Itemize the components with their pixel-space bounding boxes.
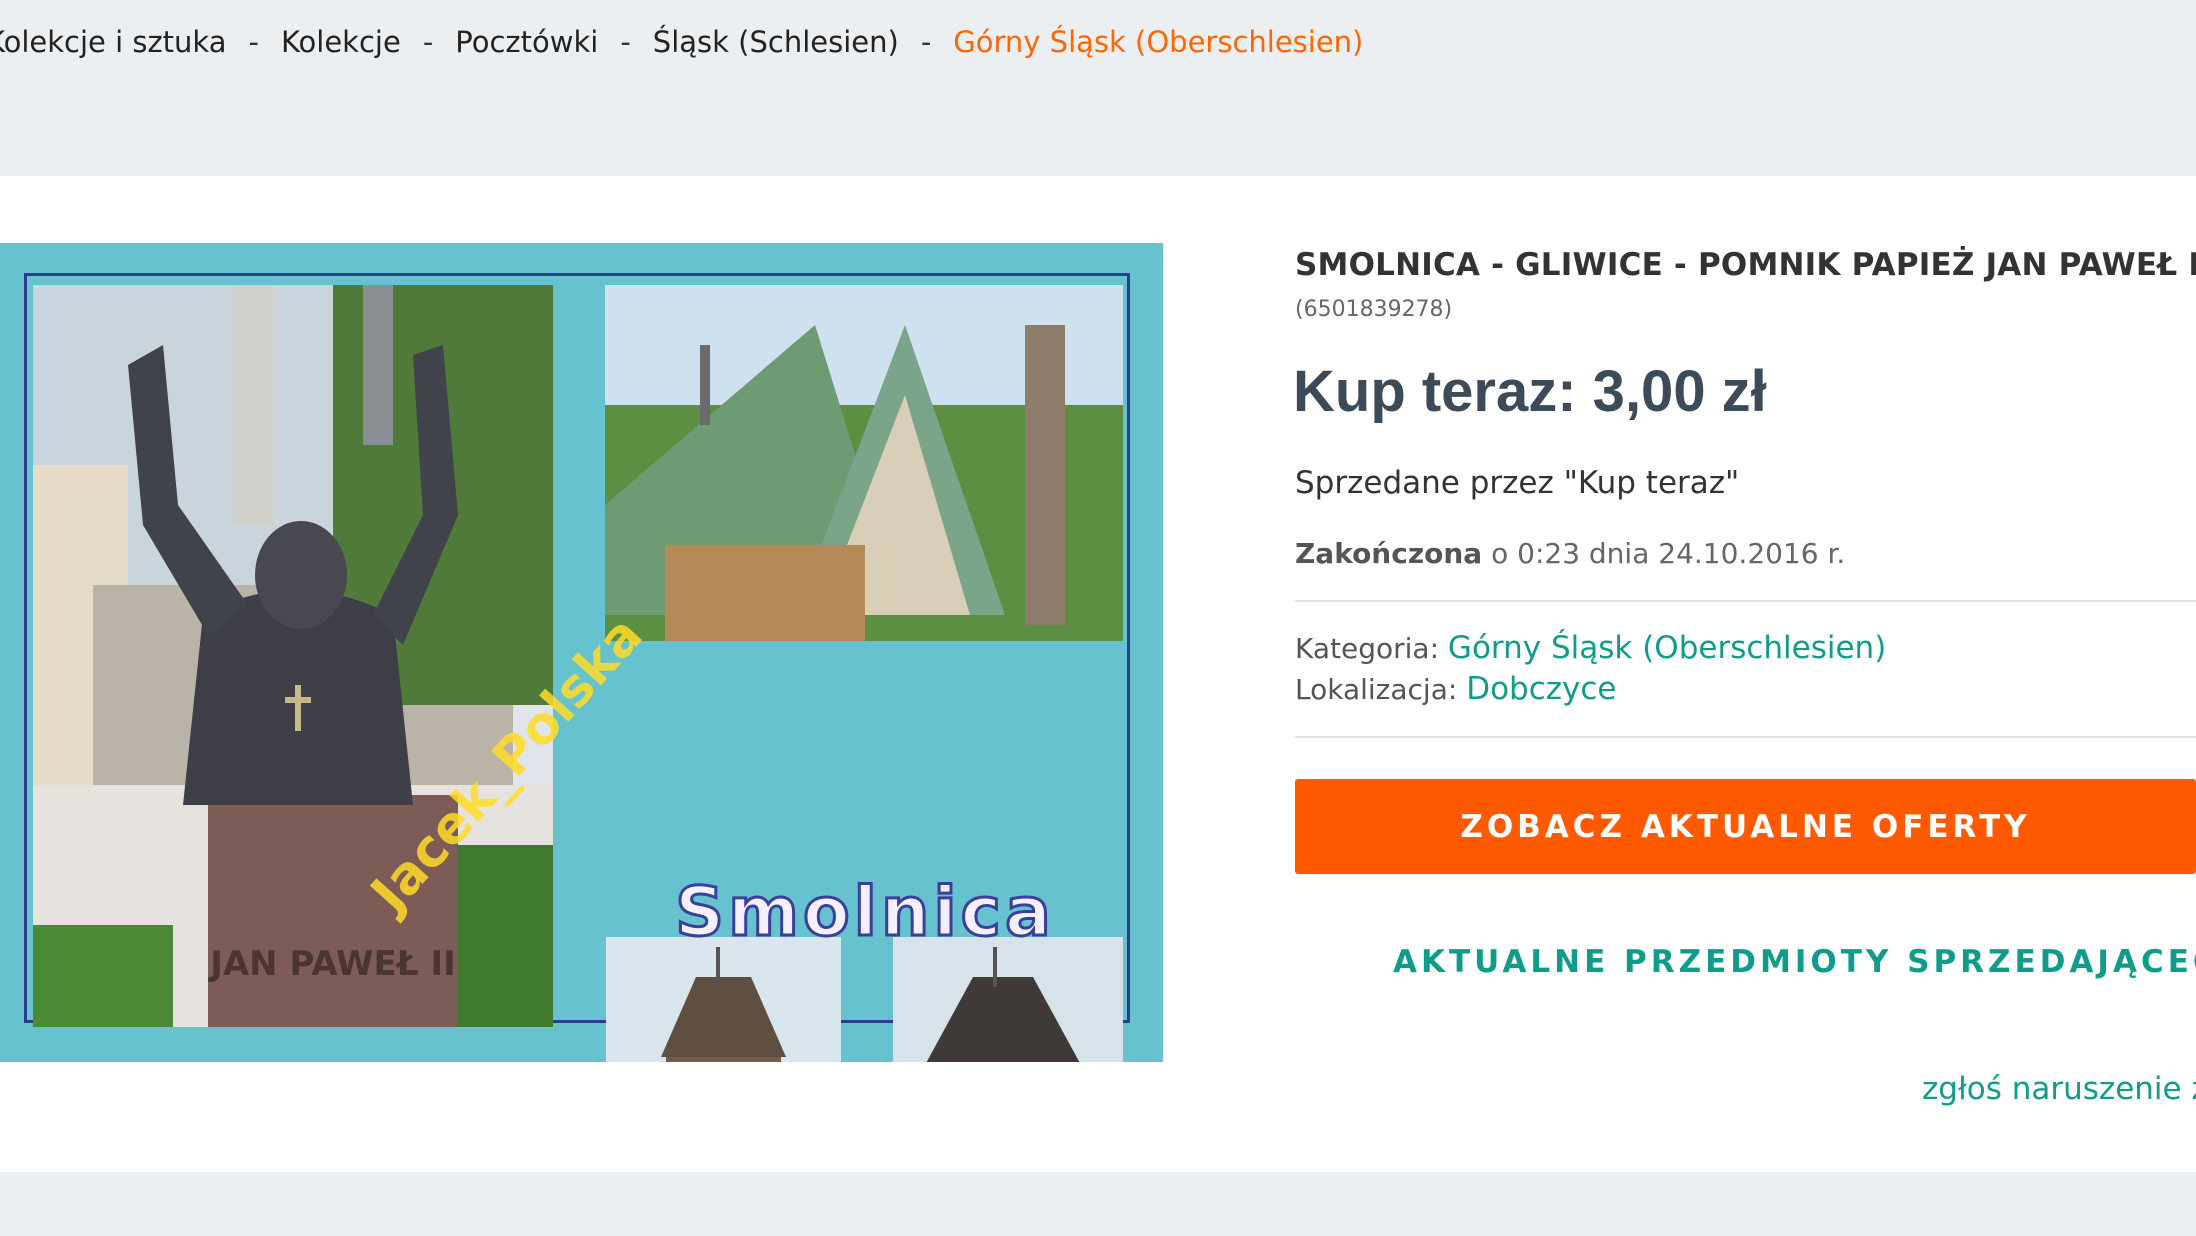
- breadcrumb-item-postcards[interactable]: Pocztówki: [455, 25, 598, 59]
- breadcrumb-separator: -: [620, 25, 631, 59]
- footer-band: [0, 1172, 2196, 1236]
- location-label: Lokalizacja:: [1295, 673, 1467, 706]
- category-label: Kategoria:: [1295, 632, 1448, 665]
- sold-by: Sprzedane przez "Kup teraz": [1295, 465, 1740, 501]
- location-line: Lokalizacja: Dobczyce: [1295, 671, 1617, 707]
- wooden-church-illustration: [893, 937, 1123, 1062]
- photo-statue: JAN PAWEŁ II: [33, 285, 553, 1062]
- divider: [1295, 600, 2196, 602]
- divider: [1295, 736, 2196, 738]
- breadcrumb-item-silesia[interactable]: Śląsk (Schlesien): [653, 25, 899, 59]
- item-title: SMOLNICA - GLIWICE - POMNIK PAPIEŻ JAN P…: [1295, 247, 2196, 283]
- item-id: (6501839278): [1295, 297, 1453, 322]
- church-illustration: [605, 285, 1123, 641]
- product-image[interactable]: JAN PAWEŁ II Smolnica Jacek_Polska: [0, 243, 1163, 1062]
- category-line: Kategoria: Górny Śląsk (Oberschlesien): [1295, 630, 1886, 666]
- breadcrumb-item-collections-art[interactable]: Kolekcje i sztuka: [0, 25, 226, 59]
- photo-church: [605, 285, 1123, 641]
- breadcrumb-separator: -: [920, 25, 932, 59]
- ended-label: Zakończona: [1295, 537, 1483, 570]
- wooden-church-illustration: [606, 937, 841, 1062]
- location-link[interactable]: Dobczyce: [1466, 671, 1616, 707]
- plaque-text: JAN PAWEŁ II: [208, 944, 456, 984]
- breadcrumb-separator: -: [248, 25, 259, 59]
- photo-wooden-church-1: [606, 937, 841, 1062]
- photo-wooden-church-2: [893, 937, 1123, 1062]
- breadcrumb-item-upper-silesia[interactable]: Górny Śląsk (Oberschlesien): [953, 25, 1363, 59]
- ended-info: Zakończona o 0:23 dnia 24.10.2016 r.: [1295, 537, 1845, 570]
- postcard-title: Smolnica: [674, 872, 1055, 954]
- breadcrumb: Kolekcje i sztuka - Kolekcje - Pocztówki…: [0, 22, 1363, 62]
- breadcrumb-separator: -: [422, 25, 434, 59]
- item-price: Kup teraz: 3,00 zł: [1293, 359, 1767, 424]
- see-current-offers-button[interactable]: ZOBACZ AKTUALNE OFERTY: [1295, 779, 2196, 874]
- report-violation-link[interactable]: zgłoś naruszenie zasad: [1922, 1071, 2196, 1107]
- category-link[interactable]: Górny Śląsk (Oberschlesien): [1448, 630, 1886, 666]
- seller-items-button[interactable]: AKTUALNE PRZEDMIOTY SPRZEDAJĄCEGO: [1295, 920, 2196, 1004]
- breadcrumb-item-collections[interactable]: Kolekcje: [281, 25, 401, 59]
- ended-date: o 0:23 dnia 24.10.2016 r.: [1482, 537, 1846, 570]
- statue-illustration: JAN PAWEŁ II: [33, 285, 553, 1027]
